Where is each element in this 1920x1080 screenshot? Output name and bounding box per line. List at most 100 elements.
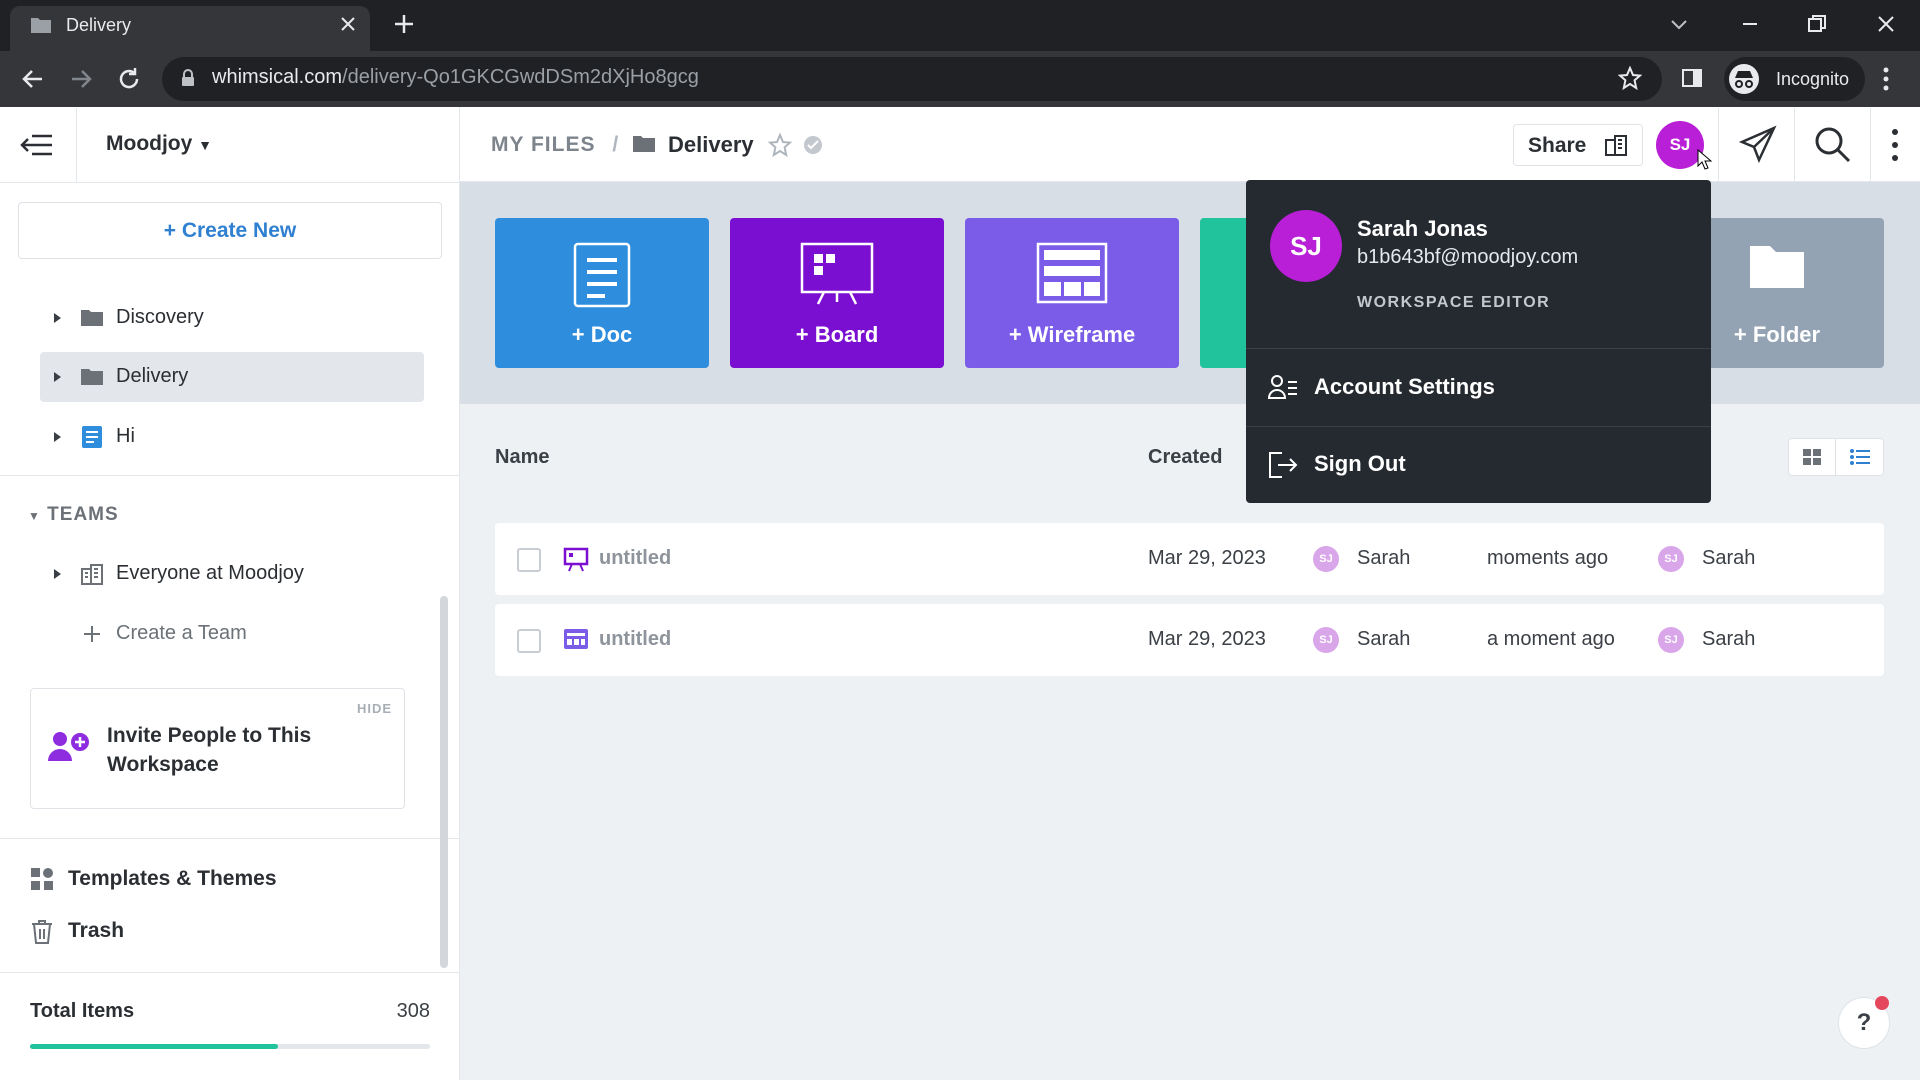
folder-icon — [30, 15, 52, 35]
avatar: SJ — [1658, 627, 1684, 653]
back-icon[interactable] — [20, 66, 46, 92]
sidebar-item-hi[interactable]: Hi — [40, 412, 424, 462]
edited-time: a moment ago — [1487, 628, 1615, 650]
created-date: Mar 29, 2023 — [1148, 628, 1266, 650]
new-board-tile[interactable]: + Board — [730, 218, 944, 368]
invite-card[interactable]: HIDE Invite People to This Workspace — [30, 688, 405, 809]
divider — [0, 182, 460, 183]
url-path: /delivery-Qo1GKCGwdDSm2dXjHo8gcg — [342, 66, 699, 88]
breadcrumb-separator: / — [612, 133, 620, 156]
breadcrumb-my-files[interactable]: MY FILES — [491, 133, 595, 156]
file-name[interactable]: untitled — [599, 628, 671, 651]
notification-dot — [1875, 996, 1889, 1010]
row-checkbox[interactable] — [517, 548, 541, 572]
create-new-button[interactable]: + Create New — [18, 202, 442, 259]
sidebar-scrollbar[interactable] — [440, 596, 448, 968]
grid-icon — [1803, 449, 1821, 465]
breadcrumb: MY FILES / — [491, 133, 629, 157]
templates-link[interactable]: Templates & Themes — [30, 867, 277, 891]
forward-icon[interactable] — [68, 66, 94, 92]
avatar: SJ — [1313, 546, 1339, 572]
templates-icon — [30, 867, 54, 891]
new-wireframe-tile[interactable]: + Wireframe — [965, 218, 1179, 368]
account-menu: SJ Sarah Jonas b1b643bf@moodjoy.com WORK… — [1246, 180, 1711, 503]
hide-button[interactable]: HIDE — [357, 701, 392, 716]
folder-icon — [80, 367, 104, 387]
column-header-name[interactable]: Name — [495, 446, 549, 469]
reload-icon[interactable] — [116, 66, 142, 92]
share-label: Share — [1528, 134, 1587, 157]
mouse-cursor-icon — [1696, 148, 1712, 170]
trash-link[interactable]: Trash — [30, 919, 124, 945]
divider — [1246, 348, 1711, 349]
divider — [0, 475, 460, 476]
lock-icon[interactable] — [180, 68, 196, 88]
list-icon — [1850, 449, 1870, 465]
total-items-value: 308 — [396, 1000, 430, 1022]
teams-header[interactable]: ▼ TEAMS — [28, 504, 119, 526]
table-row[interactable]: untitled Mar 29, 2023 SJ Sarah a moment … — [495, 604, 1884, 676]
teams-header-label: TEAMS — [47, 504, 119, 525]
sidebar-item-label: Delivery — [116, 365, 189, 387]
folder-icon — [1748, 242, 1806, 290]
sidebar-item-delivery[interactable]: Delivery — [40, 352, 424, 402]
new-tab-icon[interactable] — [392, 12, 416, 36]
folder-icon — [632, 134, 656, 154]
edited-by: Sarah — [1702, 547, 1756, 569]
sign-out-item[interactable]: Sign Out — [1246, 427, 1711, 503]
minimize-icon[interactable] — [1738, 12, 1762, 36]
usage-progress-bar — [30, 1044, 430, 1049]
verified-check-icon — [803, 135, 823, 155]
browser-tab[interactable] — [10, 6, 370, 51]
expand-arrow-icon[interactable] — [54, 313, 61, 323]
collapse-arrow-icon: ▼ — [28, 509, 41, 523]
divider — [0, 838, 460, 839]
send-icon[interactable] — [1738, 124, 1778, 164]
wireframe-file-icon — [563, 628, 589, 650]
list-view-button[interactable] — [1836, 438, 1884, 476]
invite-text: Invite People to This Workspace — [107, 724, 312, 776]
new-board-label: + Board — [795, 322, 879, 347]
account-settings-label: Account Settings — [1314, 374, 1495, 399]
tab-search-icon[interactable] — [1668, 14, 1690, 34]
wireframe-icon — [1036, 242, 1108, 304]
sidebar-item-team[interactable]: Everyone at Moodjoy — [40, 549, 424, 599]
sidebar-item-label: Hi — [116, 425, 135, 447]
expand-arrow-icon[interactable] — [54, 432, 61, 442]
account-settings-item[interactable]: Account Settings — [1246, 350, 1711, 426]
sidebar-item-discovery[interactable]: Discovery — [40, 293, 424, 343]
column-header-created[interactable]: Created — [1148, 446, 1222, 469]
workspace-name: Moodjoy — [106, 132, 193, 155]
star-icon[interactable] — [768, 133, 792, 157]
tab-title: Delivery — [66, 15, 132, 35]
url-host: whimsical.com — [212, 66, 343, 88]
collapse-sidebar-icon[interactable] — [18, 132, 56, 158]
more-menu-icon[interactable] — [1890, 128, 1900, 162]
create-team-label: Create a Team — [116, 622, 247, 644]
expand-arrow-icon[interactable] — [54, 372, 61, 382]
close-window-icon[interactable] — [1874, 12, 1898, 36]
create-team-button[interactable]: Create a Team — [40, 609, 424, 659]
search-icon[interactable] — [1814, 126, 1852, 164]
new-doc-tile[interactable]: + Doc — [495, 218, 709, 368]
url-text[interactable]: whimsical.com/delivery-Qo1GKCGwdDSm2dXjH… — [212, 66, 699, 89]
grid-view-button[interactable] — [1788, 438, 1836, 476]
share-button[interactable]: Share — [1513, 124, 1643, 166]
bookmark-star-icon[interactable] — [1618, 66, 1642, 90]
file-name[interactable]: untitled — [599, 547, 671, 570]
doc-icon — [82, 426, 102, 448]
created-by: Sarah — [1357, 628, 1411, 650]
divider — [76, 108, 77, 182]
folder-icon — [80, 308, 104, 328]
close-tab-icon[interactable] — [338, 14, 358, 34]
side-panel-icon[interactable] — [1680, 66, 1704, 90]
incognito-icon — [1728, 63, 1760, 95]
browser-menu-icon[interactable] — [1882, 66, 1890, 92]
trash-icon — [30, 919, 54, 945]
table-row[interactable]: untitled Mar 29, 2023 SJ Sarah moments a… — [495, 523, 1884, 595]
folder-title[interactable]: Delivery — [668, 132, 754, 158]
expand-arrow-icon[interactable] — [54, 569, 61, 579]
row-checkbox[interactable] — [517, 629, 541, 653]
workspace-switcher[interactable]: Moodjoy ▼ — [106, 132, 212, 156]
restore-icon[interactable] — [1805, 12, 1829, 36]
